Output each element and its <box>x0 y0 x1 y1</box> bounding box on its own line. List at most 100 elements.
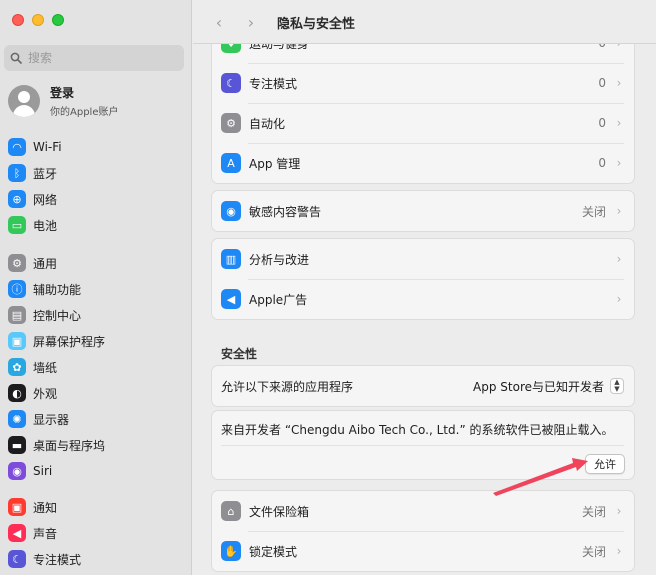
security-section-title: 安全性 <box>221 347 258 361</box>
sidebar-item[interactable]: ◐ 外观 <box>6 380 186 406</box>
screensaver-icon: ▣ <box>8 332 26 350</box>
accessibility-icon: ⓘ <box>8 280 26 298</box>
chevron-right-icon: › <box>616 116 622 130</box>
settings-row[interactable]: ✋ 锁定模式 关闭 › <box>212 531 634 571</box>
sidebar-item-label: 墙纸 <box>33 360 58 375</box>
sidebar-item[interactable]: ✿ 墙纸 <box>6 354 186 380</box>
sidebar-item[interactable]: ◉ Siri <box>6 458 186 484</box>
row-label: 锁定模式 <box>249 544 298 559</box>
sidebar-item-label: 控制中心 <box>33 308 82 323</box>
scrollbar[interactable] <box>650 50 656 500</box>
sidebar-item[interactable]: ⊕ 网络 <box>6 186 186 212</box>
chevron-left-icon: ‹ <box>215 12 223 32</box>
settings-row[interactable]: ▥ 分析与改进 › <box>212 239 634 279</box>
row-label: App 管理 <box>249 156 301 171</box>
row-value: 0 <box>598 116 606 130</box>
search-input[interactable] <box>28 51 168 65</box>
sidebar-item[interactable]: ▬ 桌面与程序坞 <box>6 432 186 458</box>
zoom-button[interactable] <box>52 14 64 26</box>
sidebar-group-general: ⚙ 通用 ⓘ 辅助功能 ▤ 控制中心 ▣ 屏幕保护程序 ✿ 墙纸 ◐ 外观 ✺ 显示器 ▬ 桌面与程序坞 ◉ Si… <box>6 250 186 484</box>
account-subtitle: 你的Apple账户 <box>50 107 119 118</box>
battery-icon: ▭ <box>8 216 26 234</box>
chevron-right-icon: › <box>616 76 622 90</box>
close-button[interactable] <box>12 14 24 26</box>
row-value: 关闭 <box>581 504 606 519</box>
security-bottom-group: ⌂ 文件保险箱 关闭 › ✋ 锁定模式 关闭 › <box>211 490 635 572</box>
allow-apps-row: 允许以下来源的应用程序 App Store与已知开发者 ▲ ▼ <box>212 366 634 406</box>
search-field[interactable] <box>4 45 184 71</box>
siri-icon: ◉ <box>8 462 26 480</box>
app-store-icon: A <box>221 153 241 173</box>
toolbar-mask: ‹ › 隐私与安全性 <box>193 0 656 44</box>
row-value: 0 <box>598 76 606 90</box>
forward-button[interactable]: › <box>241 12 261 32</box>
bell-icon: ▣ <box>8 498 26 516</box>
allow-apps-value: App Store与已知开发者 <box>473 379 604 394</box>
sidebar-group-network: ◠ Wi-Fi ᛒ 蓝牙 ⊕ 网络 ▭ 电池 <box>6 134 186 238</box>
eye-icon: ◉ <box>221 201 241 221</box>
row-label: 自动化 <box>249 116 286 131</box>
dock-icon: ▬ <box>8 436 26 454</box>
row-value: 关闭 <box>581 204 606 219</box>
row-label: 分析与改进 <box>249 252 310 267</box>
sidebar-item[interactable]: ▭ 电池 <box>6 212 186 238</box>
settings-row[interactable]: ☾ 专注模式 0 › <box>212 63 634 103</box>
sidebar-item-label: 电池 <box>33 218 58 233</box>
appearance-icon: ◐ <box>8 384 26 402</box>
sidebar-item-label: 外观 <box>33 386 58 401</box>
sidebar-item[interactable]: ▤ 控制中心 <box>6 302 186 328</box>
allow-apps-label: 允许以下来源的应用程序 <box>221 379 354 394</box>
sidebar-item[interactable]: ☾ 专注模式 <box>6 546 186 572</box>
hand-icon: ✋ <box>221 541 241 561</box>
speaker-icon: ◀ <box>8 524 26 542</box>
allow-apps-select[interactable]: App Store与已知开发者 ▲ ▼ <box>473 378 624 395</box>
row-label: 文件保险箱 <box>249 504 310 519</box>
sidebar-item-label: 声音 <box>33 526 58 541</box>
sidebar-item[interactable]: ⓘ 辅助功能 <box>6 276 186 302</box>
sidebar-item-label: 专注模式 <box>33 552 82 567</box>
sidebar-item-label: 网络 <box>33 192 58 207</box>
allow-button[interactable]: 允许 <box>585 454 625 474</box>
account-signin[interactable]: 登录 你的Apple账户 <box>8 84 118 118</box>
sensitive-group: ◉ 敏感内容警告 关闭 › <box>211 190 635 232</box>
chevron-right-icon: › <box>616 544 622 558</box>
settings-row[interactable]: A App 管理 0 › <box>212 143 634 183</box>
main-pane: ‹ › 隐私与安全性 ♥运动与健身0›☾专注模式0›⚙自动化0›AApp 管理0… <box>193 0 656 575</box>
settings-row[interactable]: ◉ 敏感内容警告 关闭 › <box>212 191 634 231</box>
back-button[interactable]: ‹ <box>209 12 229 32</box>
blocked-software-message: 来自开发者 “Chengdu Aibo Tech Co., Ltd.” 的系统软… <box>221 423 614 437</box>
chart-icon: ▥ <box>221 249 241 269</box>
control-center-icon: ▤ <box>8 306 26 324</box>
sidebar-item-label: 蓝牙 <box>33 166 58 181</box>
settings-row[interactable]: ◀ Apple广告 › <box>212 279 634 319</box>
sidebar-item-label: 桌面与程序坞 <box>33 438 106 453</box>
minimize-button[interactable] <box>32 14 44 26</box>
sidebar-item[interactable]: ◀ 声音 <box>6 520 186 546</box>
display-icon: ✺ <box>8 410 26 428</box>
sidebar-group-notifications: ▣ 通知 ◀ 声音 ☾ 专注模式 <box>6 494 186 572</box>
sidebar-item-label: 屏幕保护程序 <box>33 334 106 349</box>
settings-row[interactable]: ⚙ 自动化 0 › <box>212 103 634 143</box>
gear-icon: ⚙ <box>8 254 26 272</box>
moon-icon: ☾ <box>8 550 26 568</box>
wifi-icon: ◠ <box>8 138 26 156</box>
sidebar-item[interactable]: ⚙ 通用 <box>6 250 186 276</box>
sidebar-item[interactable]: ᛒ 蓝牙 <box>6 160 186 186</box>
account-name: 登录 <box>50 86 75 100</box>
sidebar-item[interactable]: ✺ 显示器 <box>6 406 186 432</box>
sidebar-item-label: 辅助功能 <box>33 282 82 297</box>
sidebar-item[interactable]: ▣ 屏幕保护程序 <box>6 328 186 354</box>
sidebar-item-label: Wi-Fi <box>33 140 62 154</box>
sidebar: 登录 你的Apple账户 ◠ Wi-Fi ᛒ 蓝牙 ⊕ 网络 ▭ 电池 ⚙ 通用 ⓘ 辅助功能 ▤ 控制… <box>0 0 192 575</box>
row-label: 敏感内容警告 <box>249 204 322 219</box>
window-controls <box>12 14 64 26</box>
sidebar-item[interactable]: ◠ Wi-Fi <box>6 134 186 160</box>
row-value: 0 <box>598 156 606 170</box>
security-group: 允许以下来源的应用程序 App Store与已知开发者 ▲ ▼ <box>211 365 635 407</box>
row-value: 关闭 <box>581 544 606 559</box>
sidebar-item[interactable]: ▣ 通知 <box>6 494 186 520</box>
bluetooth-icon: ᛒ <box>8 164 26 182</box>
row-label: 专注模式 <box>249 76 298 91</box>
avatar <box>8 85 40 117</box>
settings-row[interactable]: ⌂ 文件保险箱 关闭 › <box>212 491 634 531</box>
